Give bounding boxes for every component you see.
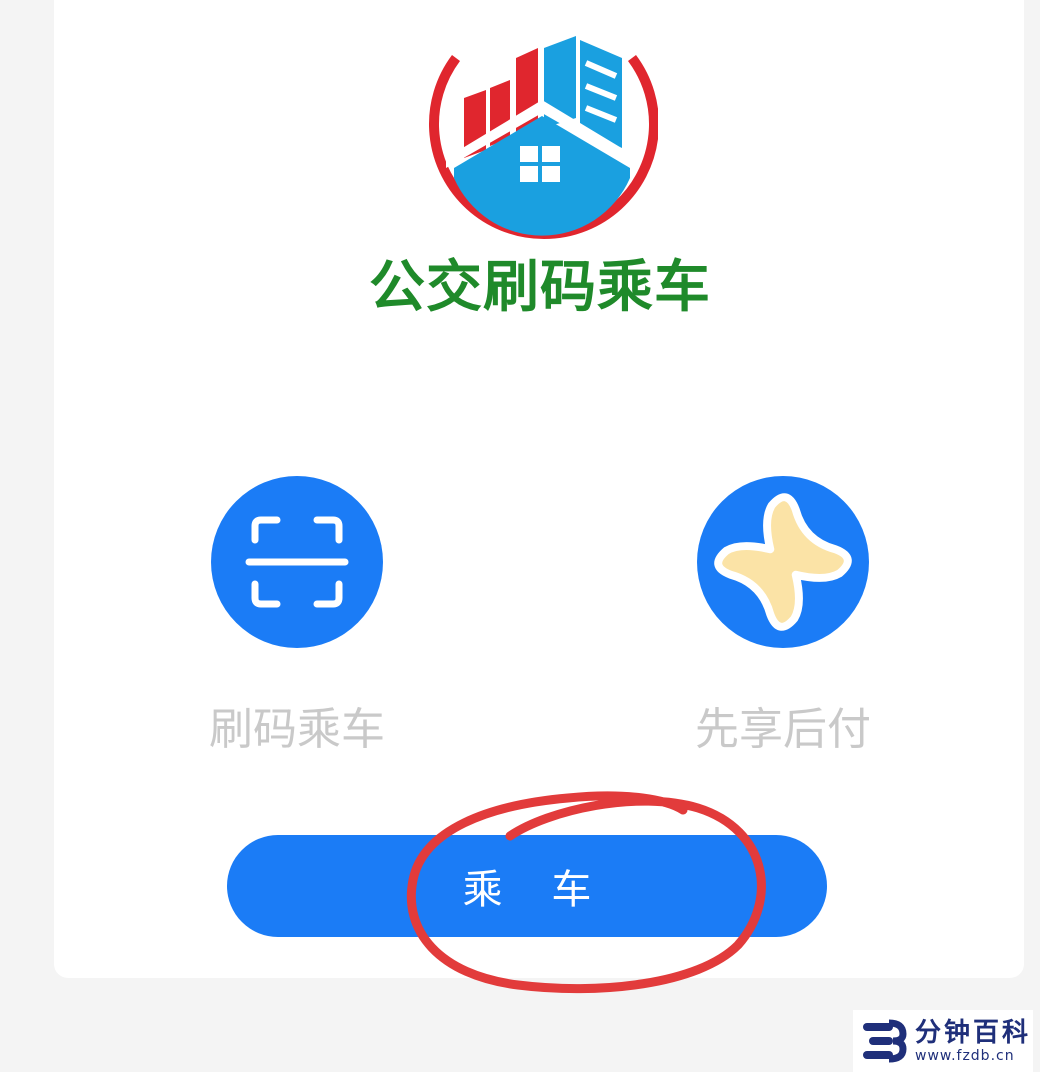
app-logo [426, 18, 659, 250]
watermark-logo-icon [863, 1019, 907, 1063]
feature-label-pay-later[interactable]: 先享后付 [653, 700, 913, 760]
scan-icon[interactable] [211, 476, 383, 648]
watermark-url: www.fzdb.cn [915, 1048, 1015, 1064]
app-screen: 公交刷码乘车 刷码乘车 先享后付 乘 车 分钟百科 www.fzdb.cn [0, 0, 1040, 1072]
feature-label-scan[interactable]: 刷码乘车 [167, 700, 427, 760]
ride-button[interactable]: 乘 车 [227, 835, 827, 937]
pay-later-icon[interactable] [697, 476, 869, 648]
app-logo-text: 公交刷码乘车 [369, 255, 711, 320]
watermark: 分钟百科 www.fzdb.cn [853, 1010, 1033, 1072]
watermark-title: 分钟百科 [915, 1018, 1032, 1048]
